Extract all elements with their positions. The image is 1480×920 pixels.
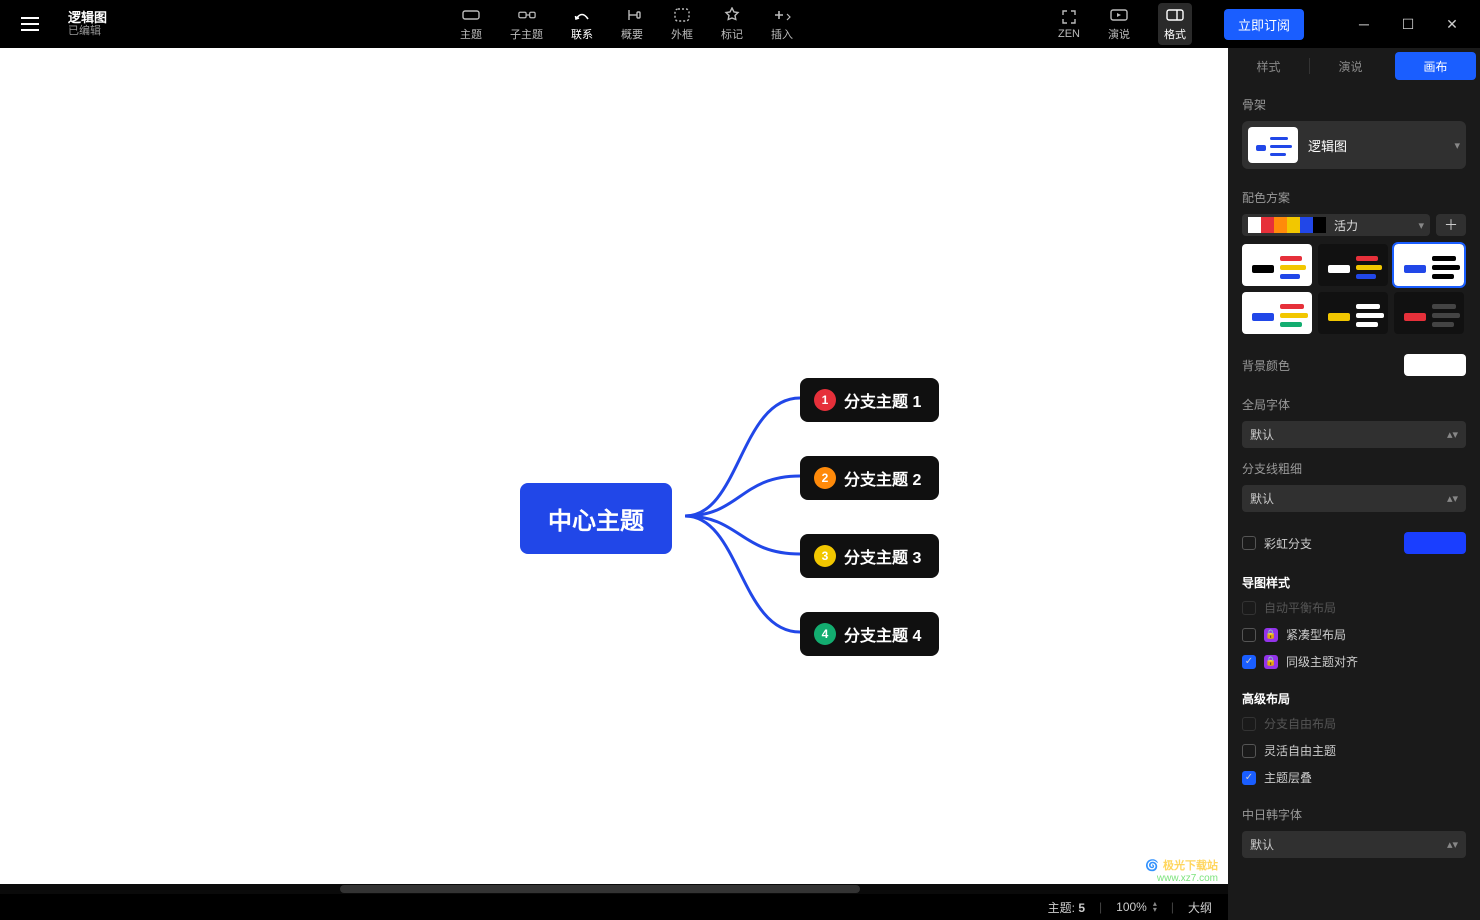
branch-width-label: 分支线粗细	[1242, 460, 1466, 477]
document-title: 逻辑图	[68, 10, 107, 26]
watermark-logo-icon: 🌀	[1145, 859, 1159, 872]
panel-tabs: 样式 演说 画布	[1228, 48, 1480, 84]
add-scheme-button[interactable]: ＋	[1436, 214, 1466, 236]
structure-label: 骨架	[1242, 96, 1466, 113]
rainbow-color-picker[interactable]	[1404, 532, 1466, 554]
lock-icon: 🔒	[1264, 628, 1278, 642]
subtopic-icon	[518, 6, 536, 24]
rainbow-checkbox[interactable]	[1242, 536, 1256, 550]
outline-toggle[interactable]: 大纲	[1188, 899, 1212, 916]
theme-option-2[interactable]	[1318, 244, 1388, 286]
stepper-icon: ▴▾	[1447, 492, 1458, 505]
branch-topic-3[interactable]: 3 分支主题 3	[800, 534, 939, 578]
theme-option-3[interactable]	[1394, 244, 1464, 286]
toolbar-center: 主题 子主题 联系 概要 外框 标记 插入	[460, 0, 793, 48]
format-icon	[1166, 6, 1184, 24]
theme-option-6[interactable]	[1394, 292, 1464, 334]
align-siblings-checkbox[interactable]: ✓	[1242, 655, 1256, 669]
tab-canvas[interactable]: 画布	[1395, 52, 1476, 80]
tab-pitch[interactable]: 演说	[1310, 48, 1391, 84]
branch-topic-4[interactable]: 4 分支主题 4	[800, 612, 939, 656]
tool-pitch[interactable]: 演说	[1108, 6, 1130, 42]
cjk-font-select[interactable]: 默认 ▴▾	[1242, 831, 1466, 858]
tool-format[interactable]: 格式	[1158, 3, 1192, 45]
branch-badge-1: 1	[814, 389, 836, 411]
theme-option-5[interactable]	[1318, 292, 1388, 334]
bg-color-label: 背景颜色	[1242, 357, 1290, 374]
scrollbar-thumb[interactable]	[340, 885, 860, 893]
app-menu-button[interactable]	[16, 10, 44, 38]
chevron-down-icon: ▾	[1418, 219, 1424, 232]
tool-marker[interactable]: 标记	[721, 6, 743, 42]
window-controls: ─ ☐ ✕	[1352, 12, 1464, 36]
toolbar-right: ZEN 演说 格式 立即订阅 ─ ☐ ✕	[1058, 0, 1472, 48]
titlebar: 逻辑图 已编辑 主题 子主题 联系 概要 外框 标记	[0, 0, 1480, 48]
window-maximize[interactable]: ☐	[1396, 12, 1420, 36]
tool-summary[interactable]: 概要	[621, 6, 643, 42]
chevron-down-icon: ▾	[1454, 139, 1460, 152]
pitch-icon	[1110, 6, 1128, 24]
global-font-label: 全局字体	[1242, 396, 1466, 413]
boundary-icon	[673, 6, 691, 24]
lock-icon: 🔒	[1264, 655, 1278, 669]
central-topic[interactable]: 中心主题	[520, 483, 672, 554]
branch-width-select[interactable]: 默认 ▴▾	[1242, 485, 1466, 512]
scheme-label: 配色方案	[1242, 189, 1466, 206]
branch-badge-2: 2	[814, 467, 836, 489]
horizontal-scrollbar[interactable]	[0, 884, 1228, 894]
tool-insert[interactable]: 插入	[771, 6, 793, 42]
insert-icon	[773, 6, 791, 24]
branch-topic-2[interactable]: 2 分支主题 2	[800, 456, 939, 500]
compact-checkbox[interactable]	[1242, 628, 1256, 642]
tab-style[interactable]: 样式	[1228, 48, 1309, 84]
subscribe-button[interactable]: 立即订阅	[1224, 9, 1304, 40]
tool-zen[interactable]: ZEN	[1058, 8, 1080, 40]
window-close[interactable]: ✕	[1440, 12, 1464, 36]
stepper-icon: ▴▾	[1447, 838, 1458, 851]
theme-option-1[interactable]	[1242, 244, 1312, 286]
auto-balance-checkbox	[1242, 601, 1256, 615]
structure-select[interactable]: 逻辑图 ▾	[1242, 121, 1466, 169]
zen-icon	[1060, 8, 1078, 26]
format-panel: 样式 演说 画布 骨架 逻辑图 ▾	[1228, 48, 1480, 920]
stepper-icon: ▴▾	[1447, 428, 1458, 441]
canvas[interactable]: 中心主题 1 分支主题 1 2 分支主题 2 3 分支主题 3 4 分支主题 4	[0, 48, 1228, 920]
theme-icon	[462, 6, 480, 24]
tool-theme[interactable]: 主题	[460, 6, 482, 42]
overlap-checkbox[interactable]: ✓	[1242, 771, 1256, 785]
tool-boundary[interactable]: 外框	[671, 6, 693, 42]
window-minimize[interactable]: ─	[1352, 12, 1376, 36]
bg-color-picker[interactable]	[1404, 354, 1466, 376]
scheme-swatches	[1248, 217, 1326, 233]
free-topic-checkbox[interactable]	[1242, 744, 1256, 758]
relation-icon	[573, 6, 591, 24]
status-bar: 主题: 5 | 100% ▴▾ | 大纲	[0, 894, 1228, 920]
global-font-select[interactable]: 默认 ▴▾	[1242, 421, 1466, 448]
map-style-label: 导图样式	[1242, 574, 1466, 591]
zoom-stepper-icon[interactable]: ▴▾	[1153, 901, 1157, 913]
zoom-control[interactable]: 100% ▴▾	[1116, 900, 1157, 914]
advanced-layout-label: 高级布局	[1242, 690, 1466, 707]
tool-subtopic[interactable]: 子主题	[510, 6, 543, 42]
theme-option-4[interactable]	[1242, 292, 1312, 334]
branch-topic-1[interactable]: 1 分支主题 1	[800, 378, 939, 422]
branch-badge-3: 3	[814, 545, 836, 567]
watermark: 🌀极光下载站 www.xz7.com	[1145, 857, 1218, 884]
cjk-font-label: 中日韩字体	[1242, 806, 1466, 823]
document-info: 逻辑图 已编辑	[68, 10, 107, 39]
tool-relation[interactable]: 联系	[571, 6, 593, 42]
scheme-select[interactable]: 活力 ▾	[1242, 214, 1430, 236]
summary-icon	[623, 6, 641, 24]
structure-thumb	[1248, 127, 1298, 163]
theme-grid	[1242, 244, 1466, 334]
marker-icon	[723, 6, 741, 24]
document-status: 已编辑	[68, 25, 107, 38]
free-branch-checkbox	[1242, 717, 1256, 731]
topic-count: 主题: 5	[1048, 899, 1085, 916]
branch-badge-4: 4	[814, 623, 836, 645]
